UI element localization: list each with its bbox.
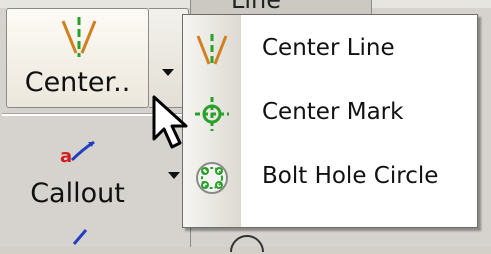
- svg-text:a: a: [60, 146, 72, 167]
- menu-item-label: Center Line: [262, 35, 395, 61]
- callout-button[interactable]: a Callout: [6, 130, 180, 245]
- center-split-button[interactable]: Center..: [6, 8, 149, 108]
- center-mark-icon: [195, 97, 229, 131]
- chevron-down-icon: [162, 69, 174, 76]
- mouse-cursor-icon: [152, 95, 188, 149]
- circle-icon: [230, 235, 264, 253]
- center-line-icon: [196, 34, 228, 66]
- menu-item-label: Bolt Hole Circle: [262, 163, 439, 189]
- bolt-hole-circle-icon: [196, 162, 228, 194]
- menu-item-bolt-hole-circle[interactable]: Bolt Hole Circle: [183, 147, 477, 209]
- callout-icon: a: [60, 140, 95, 167]
- center-dropdown-menu: Center Line Center Mark Bolt Hole Circle: [182, 14, 478, 228]
- callout-button-label: Callout: [30, 178, 125, 209]
- background-panel-label: Line: [231, 0, 282, 14]
- menu-item-center-mark[interactable]: Center Mark: [183, 83, 477, 145]
- next-tool-icon: [72, 229, 88, 245]
- center-button-label: Center..: [24, 67, 131, 98]
- menu-item-center-line[interactable]: Center Line: [183, 19, 477, 81]
- background-panel-top: Line: [190, 0, 372, 14]
- menu-item-label: Center Mark: [262, 99, 404, 125]
- chevron-down-icon[interactable]: [168, 172, 180, 179]
- center-line-icon: [61, 17, 97, 57]
- background-panel-bottom: [190, 228, 371, 253]
